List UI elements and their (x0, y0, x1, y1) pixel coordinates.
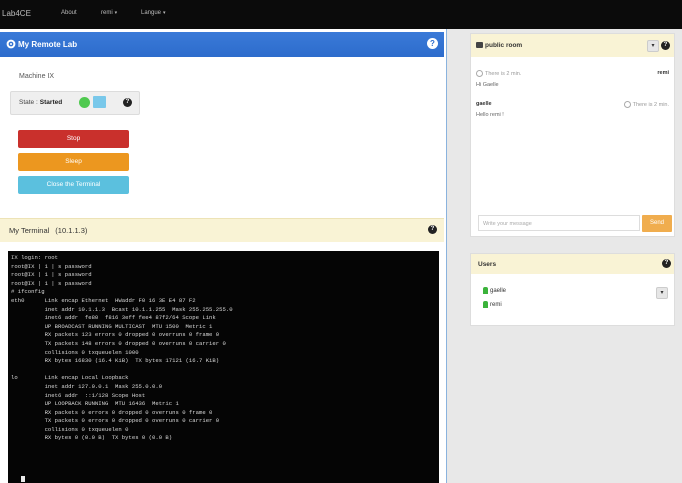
help-icon[interactable]: ? (661, 41, 670, 50)
user-icon (483, 301, 488, 308)
nav-about[interactable]: About (61, 10, 77, 16)
navbar: Lab4CE About remi ▾ Langue ▾ (0, 0, 682, 29)
help-icon[interactable]: ? (123, 98, 132, 107)
machine-label: Machine IX (19, 73, 55, 80)
terminal-line: root@IX | 1 | s password (11, 279, 92, 287)
nav-language-menu[interactable]: Langue ▾ (141, 10, 166, 16)
chat-room-title: public room (485, 42, 523, 49)
terminal-line: UP BROADCAST RUNNING MULTICAST MTU 1500 … (11, 322, 213, 330)
state-label: State : Started (19, 99, 63, 106)
terminal-line: collisions 0 txqueuelen 1000 (11, 348, 139, 356)
terminal-line: IX login: root (11, 254, 58, 261)
terminal-line: inet6 addr fe80 f816 3eff fee4 87f2/64 S… (11, 314, 216, 322)
caret-down-icon: ▾ (114, 10, 118, 16)
help-icon[interactable]: ? (662, 259, 671, 268)
terminal-header: My Terminal (10.1.1.3) ? (0, 218, 444, 242)
terminal-line: eth0 Link encap Ethernet HWaddr F0 16 3E… (11, 296, 196, 304)
chat-message-input[interactable]: Write your message (478, 215, 640, 231)
refresh-status-button[interactable] (93, 96, 106, 108)
users-title: Users (478, 261, 497, 268)
message-text: Hello remi ! (476, 112, 504, 118)
lab-column: My Remote Lab ? Machine IX State : Starte… (0, 29, 447, 483)
gear-icon (6, 39, 16, 49)
terminal-line: RX bytes 0 (0.0 B) TX bytes 0 (0.0 B) (11, 434, 173, 442)
terminal-line: UP LOOPBACK RUNNING MTU 16436 Metric 1 (11, 400, 179, 408)
stop-button[interactable]: Stop (18, 130, 129, 148)
clock-icon (476, 70, 483, 77)
message-time: There is 2 min. (476, 70, 521, 77)
comment-icon (476, 42, 483, 48)
help-icon[interactable]: ? (428, 225, 437, 234)
terminal-output: IX login: root root@IX | 1 | s password ro… (11, 254, 233, 443)
chat-panel: public room ▾ ? There is 2 min. remi Hi … (470, 33, 675, 237)
terminal-line: RX packets 0 errors 0 dropped 0 overruns… (11, 408, 213, 416)
terminal-line: TX packets 0 errors 0 dropped 0 overruns… (11, 417, 220, 425)
terminal-title: My Terminal (10.1.1.3) (9, 226, 88, 235)
chat-header: public room ▾ ? (471, 34, 674, 57)
send-button[interactable]: Send (642, 215, 672, 232)
caret-down-icon: ▾ (163, 10, 166, 16)
remote-lab-header: My Remote Lab ? (0, 32, 444, 57)
terminal-screen[interactable]: IX login: root root@IX | 1 | s password ro… (8, 251, 439, 483)
message-text: Hi Gaelle (476, 82, 499, 88)
chevron-down-icon[interactable]: ▾ (656, 287, 668, 299)
column-divider (446, 29, 447, 483)
user-icon (483, 287, 488, 294)
terminal-line: collisions 0 txqueuelen 0 (11, 425, 129, 433)
sleep-button[interactable]: Sleep (18, 153, 129, 171)
close-terminal-button[interactable]: Close the Terminal (18, 176, 129, 194)
users-panel: Users ? gaelle remi ▾ (470, 253, 675, 326)
user-item[interactable]: remi (483, 301, 502, 308)
terminal-line: # ifconfig (11, 288, 45, 296)
terminal-line: RX bytes 16830 (16.4 KiB) TX bytes 17121… (11, 357, 220, 365)
terminal-line: root@IX | 1 | s password (11, 262, 92, 270)
terminal-line: TX packets 148 errors 0 dropped 0 overru… (11, 339, 226, 347)
users-header: Users ? (471, 254, 674, 274)
terminal-ip: (10.1.1.3) (55, 226, 88, 235)
chat-message: gaelle There is 2 min. Hello remi ! (476, 101, 669, 118)
help-icon[interactable]: ? (427, 38, 438, 49)
machine-state-box: State : Started ? (10, 91, 140, 115)
nav-user-menu[interactable]: remi ▾ (101, 10, 117, 16)
message-author: remi (657, 70, 669, 76)
terminal-cursor (21, 476, 25, 482)
terminal-line: inet addr 127.0.0.1 Mask 255.0.0.0 (11, 382, 163, 390)
terminal-line: root@IX | 1 | s password (11, 271, 92, 279)
message-author: gaelle (476, 101, 492, 107)
message-time: There is 2 min. (623, 101, 669, 108)
clock-icon (623, 101, 631, 108)
chat-message: There is 2 min. remi Hi Gaelle (476, 70, 669, 88)
remote-lab-title: My Remote Lab (18, 40, 78, 49)
terminal-line: lo Link encap Local Loopback (11, 374, 129, 382)
brand-logo[interactable]: Lab4CE (2, 9, 31, 18)
user-item[interactable]: gaelle (483, 287, 506, 294)
state-value: Started (39, 99, 63, 106)
chevron-down-icon[interactable]: ▾ (647, 40, 659, 52)
terminal-line: inet6 addr ::1/128 Scope Host (11, 391, 146, 399)
terminal-line: RX packets 123 errors 0 dropped 0 overru… (11, 331, 220, 339)
terminal-line: inet addr 10.1.1.3 Bcast 10.1.1.255 Mask… (11, 305, 233, 313)
status-indicator-icon (79, 97, 90, 108)
